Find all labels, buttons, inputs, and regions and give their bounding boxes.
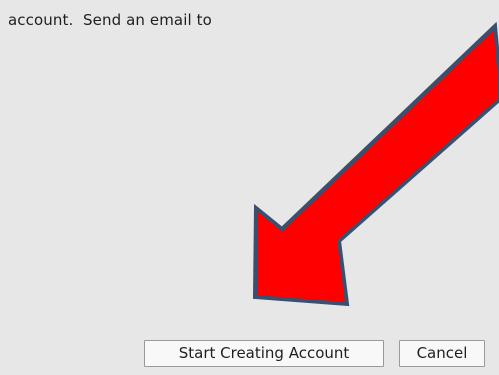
dialog-body: account. Send an email to Start Creating… bbox=[0, 0, 499, 375]
red-arrow-shape bbox=[252, 21, 499, 307]
instruction-text: account. Send an email to bbox=[8, 11, 212, 29]
cancel-button[interactable]: Cancel bbox=[399, 340, 485, 367]
red-arrow-icon bbox=[252, 21, 499, 307]
start-creating-account-button[interactable]: Start Creating Account bbox=[144, 340, 384, 367]
